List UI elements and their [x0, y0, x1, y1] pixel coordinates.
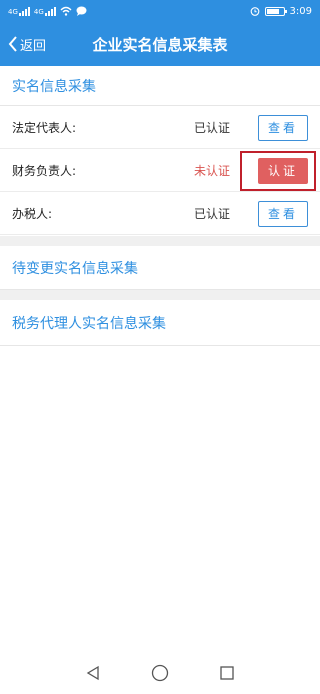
section-pending-change[interactable]: 待变更实名信息采集 [0, 246, 320, 290]
wifi-icon [60, 6, 72, 16]
row-label: 财务负责人: [12, 164, 77, 178]
recents-square-icon[interactable] [219, 665, 235, 681]
system-navigation-bar [0, 652, 320, 694]
row-label: 法定代表人: [12, 121, 77, 135]
section-tax-agent[interactable]: 税务代理人实名信息采集 [0, 300, 320, 346]
status-bar: 4G 4G 3:09 [0, 0, 320, 22]
status-label: 已认证 [193, 121, 230, 135]
signal-icon-2: 4G [34, 6, 56, 16]
view-button[interactable]: 查看 [258, 200, 308, 227]
view-button[interactable]: 查看 [258, 114, 308, 141]
chevron-left-icon [8, 36, 17, 52]
message-icon [76, 6, 87, 16]
signal-icon: 4G [8, 6, 30, 16]
section-title-realname: 实名信息采集 [0, 66, 320, 106]
alarm-icon [250, 7, 259, 16]
status-label: 未认证 [193, 164, 230, 178]
navigation-bar: 返回 企业实名信息采集表 [0, 22, 320, 66]
status-label: 已认证 [193, 207, 230, 221]
back-triangle-icon[interactable] [85, 665, 101, 681]
row-legal-representative: 法定代表人: 已认证 查看 [0, 107, 320, 149]
section-divider [0, 290, 320, 300]
highlight-box [240, 151, 316, 191]
row-label: 办税人: [12, 207, 53, 221]
status-time: 3:09 [289, 5, 312, 17]
home-circle-icon[interactable] [151, 664, 169, 682]
back-button[interactable]: 返回 [8, 22, 46, 66]
row-tax-officer: 办税人: 已认证 查看 [0, 193, 320, 235]
back-label: 返回 [20, 38, 47, 54]
section-divider [0, 236, 320, 246]
battery-icon [264, 6, 287, 16]
page-title: 企业实名信息采集表 [92, 35, 228, 54]
